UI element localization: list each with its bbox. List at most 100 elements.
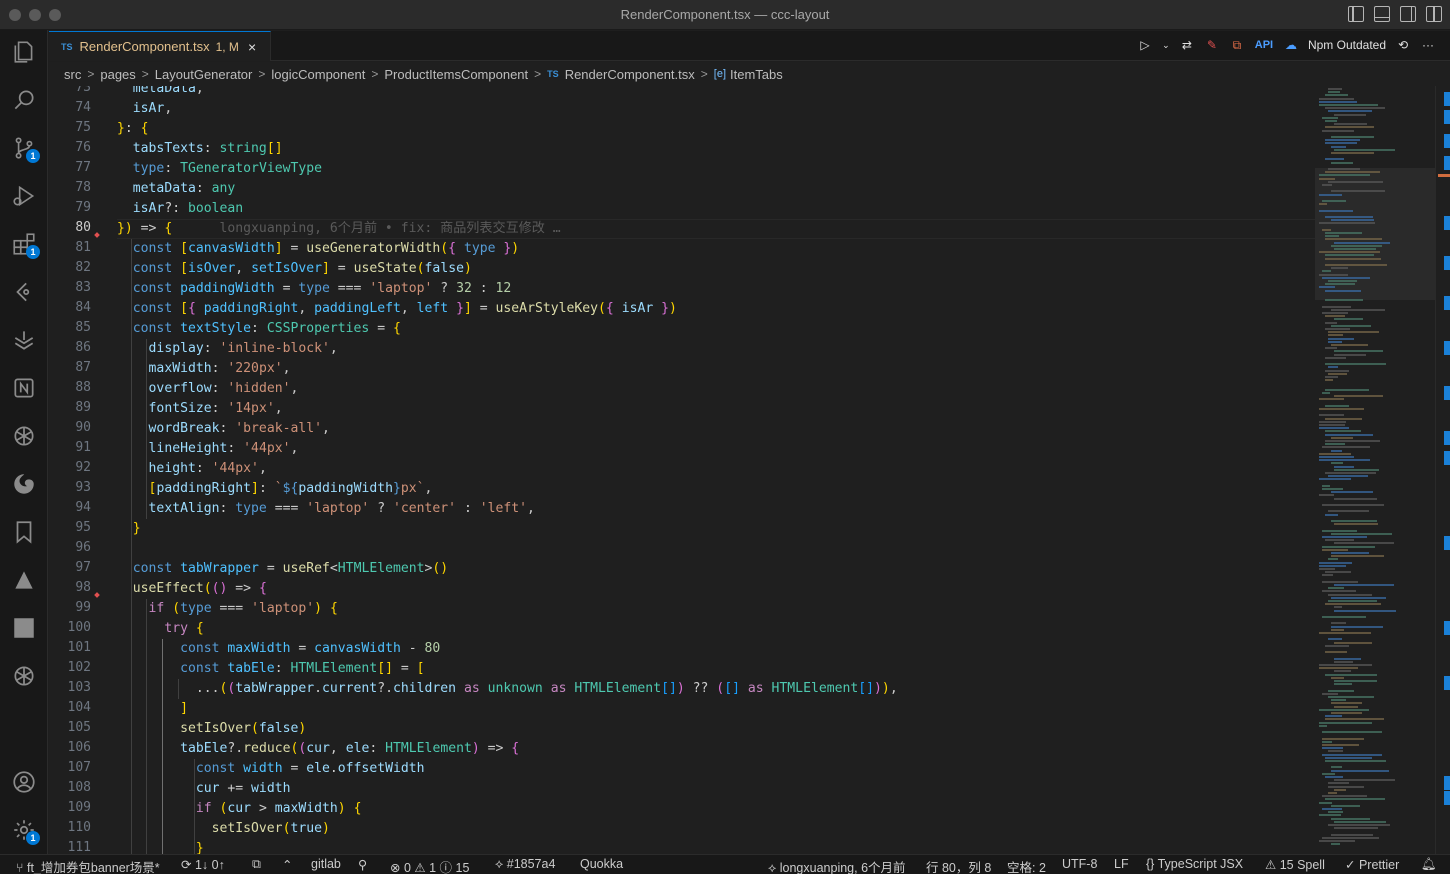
code-line[interactable]: overflow: 'hidden',	[117, 379, 299, 399]
code-line[interactable]: }	[117, 519, 141, 539]
gitlab-status[interactable]: gitlab	[311, 857, 341, 871]
toggle-secondary-sidebar-icon[interactable]	[1400, 6, 1416, 22]
code-line[interactable]: fontSize: '14px',	[117, 399, 283, 419]
branch-compare-icon[interactable]: ⚲	[358, 857, 367, 872]
code-line[interactable]: const tabEle: HTMLElement[] = [	[117, 659, 424, 679]
code-line[interactable]: [paddingRight]: `${paddingWidth}px`,	[117, 479, 433, 499]
code-line[interactable]: if (cur > maxWidth) {	[117, 799, 362, 819]
customize-layout-icon[interactable]	[1426, 6, 1442, 22]
code-line[interactable]: setIsOver(false)	[117, 719, 306, 739]
copilot-chat-icon[interactable]	[10, 662, 38, 690]
code-line[interactable]: lineHeight: '44px',	[117, 439, 299, 459]
code-line[interactable]: ...((tabWrapper.current?.children as unk…	[117, 679, 898, 699]
breadcrumb-file[interactable]: RenderComponent.tsx	[565, 67, 695, 82]
breadcrumb-item[interactable]: src	[64, 67, 81, 82]
account-icon[interactable]	[10, 768, 38, 796]
breadcrumb-item[interactable]: LayoutGenerator	[155, 67, 253, 82]
code-line[interactable]: }) => { longxuanping, 6个月前 • fix: 商品列表交互…	[117, 219, 561, 239]
code-line[interactable]: metaData,	[117, 86, 204, 99]
end-of-line[interactable]: LF	[1114, 857, 1129, 871]
toggle-panel-icon[interactable]	[1374, 6, 1390, 22]
run-icon[interactable]: ▷	[1137, 37, 1153, 53]
code-line[interactable]: const [{ paddingRight, paddingLeft, left…	[117, 299, 677, 319]
vertical-scrollbar[interactable]	[1435, 86, 1450, 854]
quokka-status[interactable]: Quokka	[580, 857, 623, 871]
problems-status[interactable]: ⊗ 0 ⚠ 1 ⓘ 15	[390, 857, 469, 874]
square-extension-icon[interactable]	[10, 614, 38, 642]
remote-icon[interactable]: ⌃	[282, 857, 292, 872]
run-dropdown-icon[interactable]: ⌄	[1162, 37, 1170, 53]
code-line[interactable]: display: 'inline-block',	[117, 339, 338, 359]
branch-status[interactable]: ⑂ ft_增加券包banner场景*	[16, 857, 160, 874]
code-line[interactable]: }	[117, 839, 204, 854]
code-line[interactable]: wordBreak: 'break-all',	[117, 419, 330, 439]
run-debug-icon[interactable]	[10, 182, 38, 210]
git-graph-icon[interactable]	[10, 278, 38, 306]
pin-icon[interactable]: ✎	[1204, 37, 1220, 53]
spell-check[interactable]: ⚠ 15 Spell	[1265, 857, 1325, 872]
breadcrumb-item[interactable]: ProductItemsComponent	[384, 67, 528, 82]
code-line[interactable]: ]	[117, 699, 188, 719]
code-line[interactable]: const [canvasWidth] = useGeneratorWidth(…	[117, 239, 519, 259]
commit-status[interactable]: ⟡ #1857a4	[495, 857, 555, 872]
code-line[interactable]: type: TGeneratorViewType	[117, 159, 322, 179]
breadcrumb-item[interactable]: logicComponent	[271, 67, 365, 82]
minimap-line	[1331, 712, 1362, 714]
gitlens-icon[interactable]: ⧉	[1229, 37, 1245, 53]
close-tab-icon[interactable]: ×	[248, 39, 256, 55]
toggle-primary-sidebar-icon[interactable]	[1348, 6, 1364, 22]
code-line[interactable]: }: {	[117, 119, 149, 139]
code-line[interactable]: const maxWidth = canvasWidth - 80	[117, 639, 440, 659]
chatgpt-icon[interactable]	[10, 422, 38, 450]
copy-icon[interactable]: ⧉	[252, 857, 261, 872]
encoding[interactable]: UTF-8	[1062, 857, 1097, 871]
code-area[interactable]: metaData, isAr,}: { tabsTexts: string[] …	[117, 86, 1315, 854]
code-line[interactable]: cur += width	[117, 779, 291, 799]
triangle-extension-icon[interactable]	[10, 566, 38, 594]
sync-status[interactable]: ⟳ 1↓ 0↑	[181, 857, 225, 872]
indentation[interactable]: 空格: 2	[1007, 857, 1046, 874]
code-editor[interactable]: 73 74 75 76 77 78 79 80 81 82 83 84 85 86 87 88 89 90 91 92…	[49, 86, 1315, 854]
code-line[interactable]: const paddingWidth = type === 'laptop' ?…	[117, 279, 512, 299]
cloud-icon[interactable]: ☁	[1283, 37, 1299, 53]
cursor-position[interactable]: 行 80，列 8	[926, 857, 991, 874]
code-line[interactable]: const [isOver, setIsOver] = useState(fal…	[117, 259, 472, 279]
blame-status[interactable]: ⟡ longxuanping, 6个月前	[768, 857, 906, 874]
breadcrumb-symbol[interactable]: ItemTabs	[730, 67, 783, 82]
code-line[interactable]: tabEle?.reduce((cur, ele: HTMLElement) =…	[117, 739, 519, 759]
source-control-icon[interactable]: 1	[10, 134, 40, 163]
extensions-icon[interactable]: 1	[10, 230, 40, 259]
notifications-bell-icon[interactable]: 🔔︎	[1421, 857, 1437, 872]
code-line[interactable]: textAlign: type === 'laptop' ? 'center' …	[117, 499, 535, 519]
code-line[interactable]: const textStyle: CSSProperties = {	[117, 319, 401, 339]
code-line[interactable]: try {	[117, 619, 203, 639]
prettier-status[interactable]: ✓ Prettier	[1345, 857, 1399, 872]
more-actions-icon[interactable]: ···	[1420, 37, 1436, 53]
deploy-icon[interactable]	[10, 326, 38, 354]
language-mode[interactable]: {} TypeScript JSX	[1146, 857, 1243, 871]
code-line[interactable]: isAr?: boolean	[117, 199, 243, 219]
code-line[interactable]: setIsOver(true)	[117, 819, 330, 839]
edge-browser-icon[interactable]	[10, 470, 38, 498]
bookmarks-icon[interactable]	[10, 518, 38, 546]
code-line[interactable]: height: '44px',	[117, 459, 267, 479]
code-line[interactable]: metaData: any	[117, 179, 236, 199]
npm-outdated-button[interactable]: Npm Outdated	[1308, 38, 1386, 52]
explorer-icon[interactable]	[10, 38, 38, 66]
code-line[interactable]: useEffect(() => {	[117, 579, 267, 599]
api-icon[interactable]: API	[1254, 37, 1274, 53]
search-icon[interactable]	[10, 86, 38, 114]
minimap[interactable]	[1315, 86, 1435, 854]
go-back-icon[interactable]: ⟲	[1395, 37, 1411, 53]
notion-icon[interactable]	[10, 374, 38, 402]
code-line[interactable]: if (type === 'laptop') {	[117, 599, 338, 619]
code-line[interactable]: isAr,	[117, 99, 172, 119]
code-line[interactable]: const width = ele.offsetWidth	[117, 759, 425, 779]
settings-gear-icon[interactable]: 1	[10, 816, 40, 845]
code-line[interactable]: const tabWrapper = useRef<HTMLElement>()	[117, 559, 448, 579]
breadcrumb-item[interactable]: pages	[100, 67, 135, 82]
code-line[interactable]: tabsTexts: string[]	[117, 139, 283, 159]
tab-render-component[interactable]: TS RenderComponent.tsx 1, M ×	[49, 31, 271, 61]
code-line[interactable]: maxWidth: '220px',	[117, 359, 291, 379]
compare-changes-icon[interactable]: ⇄	[1179, 37, 1195, 53]
